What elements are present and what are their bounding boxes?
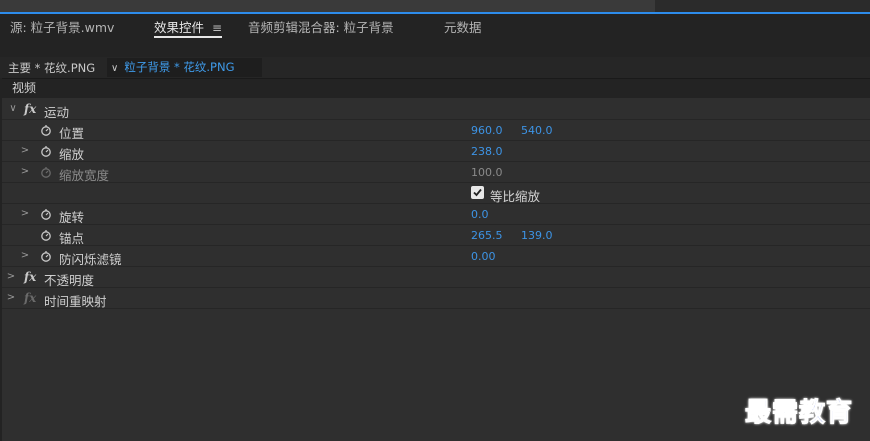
effect-controls-panel: 视频 ∨ fx 运动 位置 960.0 540.0 > 缩放 238.0 > 缩… [2,78,870,441]
scale-width-value: 100.0 [471,166,503,179]
twirl-closed-icon[interactable]: > [6,271,16,282]
property-label-anti-flicker: 防闪烁滤镜 [59,252,122,267]
twirl-closed-icon[interactable]: > [20,208,30,219]
stopwatch-icon[interactable] [40,124,52,136]
tab-effect-controls-label: 效果控件 [154,20,205,35]
tab-audio-clip-mixer[interactable]: 音频剪辑混合器: 粒子背景 [248,20,394,38]
property-row-position[interactable]: 位置 960.0 540.0 [2,120,870,141]
twirl-closed-icon[interactable]: > [20,166,30,177]
property-label-scale-width: 缩放宽度 [59,168,110,183]
uniform-scale-label: 等比缩放 [490,189,541,204]
chevron-down-icon: ∨ [111,63,119,74]
effect-row-opacity[interactable]: > fx 不透明度 [2,267,870,288]
sequence-clip-label: 粒子背景 * 花纹.PNG [124,60,235,74]
property-row-uniform-scale: 等比缩放 [2,183,870,204]
effect-label-motion: 运动 [44,105,70,120]
scroll-region [0,0,655,12]
anchor-x-value[interactable]: 265.5 [471,229,503,242]
property-label-anchor: 锚点 [59,231,85,246]
fx-icon[interactable]: fx [24,270,36,284]
checkmark-icon [473,188,482,197]
watermark-logo: 最需教育 [744,398,854,429]
property-row-scale[interactable]: > 缩放 238.0 [2,141,870,162]
tab-metadata[interactable]: 元数据 [444,20,482,38]
property-row-anti-flicker[interactable]: > 防闪烁滤镜 0.00 [2,246,870,267]
stopwatch-icon[interactable] [40,145,52,157]
property-label-scale: 缩放 [59,147,85,162]
scale-value[interactable]: 238.0 [471,145,503,158]
master-clip-label[interactable]: 主要 * 花纹.PNG [8,60,95,76]
stopwatch-icon[interactable] [40,250,52,262]
property-row-rotation[interactable]: > 旋转 0.0 [2,204,870,225]
fx-icon[interactable]: fx [24,102,36,116]
anti-flicker-value[interactable]: 0.00 [471,250,496,263]
effect-label-opacity: 不透明度 [44,273,95,288]
position-y-value[interactable]: 540.0 [521,124,553,137]
stopwatch-icon[interactable] [40,229,52,241]
top-strip [0,0,870,14]
section-video: 视频 [2,79,870,98]
property-label-rotation: 旋转 [59,210,85,225]
rotation-value[interactable]: 0.0 [471,208,489,221]
property-label-position: 位置 [59,126,85,141]
tab-source[interactable]: 源: 粒子背景.wmv [10,20,114,38]
property-row-anchor[interactable]: 锚点 265.5 139.0 [2,225,870,246]
anchor-y-value[interactable]: 139.0 [521,229,553,242]
panel-tab-bar: 源: 粒子背景.wmv 效果控件 ≡ 音频剪辑混合器: 粒子背景 元数据 [0,14,870,44]
effect-label-time-remap: 时间重映射 [44,294,107,309]
stopwatch-icon [41,167,51,178]
sequence-bar: 主要 * 花纹.PNG ∨ 粒子背景 * 花纹.PNG [0,57,870,78]
twirl-open-icon[interactable]: ∨ [8,103,18,114]
sequence-clip-selector[interactable]: ∨ 粒子背景 * 花纹.PNG [107,58,262,77]
fx-icon: fx [24,291,37,305]
effect-row-time-remap[interactable]: > fx 时间重映射 [2,288,870,309]
panel-menu-icon[interactable]: ≡ [212,21,222,35]
position-x-value[interactable]: 960.0 [471,124,503,137]
property-row-scale-width: > 缩放宽度 100.0 [2,162,870,183]
uniform-scale-checkbox[interactable] [471,186,484,199]
twirl-closed-icon[interactable]: > [6,292,16,303]
effect-row-motion[interactable]: ∨ fx 运动 [2,99,870,120]
twirl-closed-icon[interactable]: > [20,250,30,261]
stopwatch-icon[interactable] [40,208,52,220]
twirl-closed-icon[interactable]: > [20,145,30,156]
tab-effect-controls[interactable]: 效果控件 ≡ [154,20,223,38]
